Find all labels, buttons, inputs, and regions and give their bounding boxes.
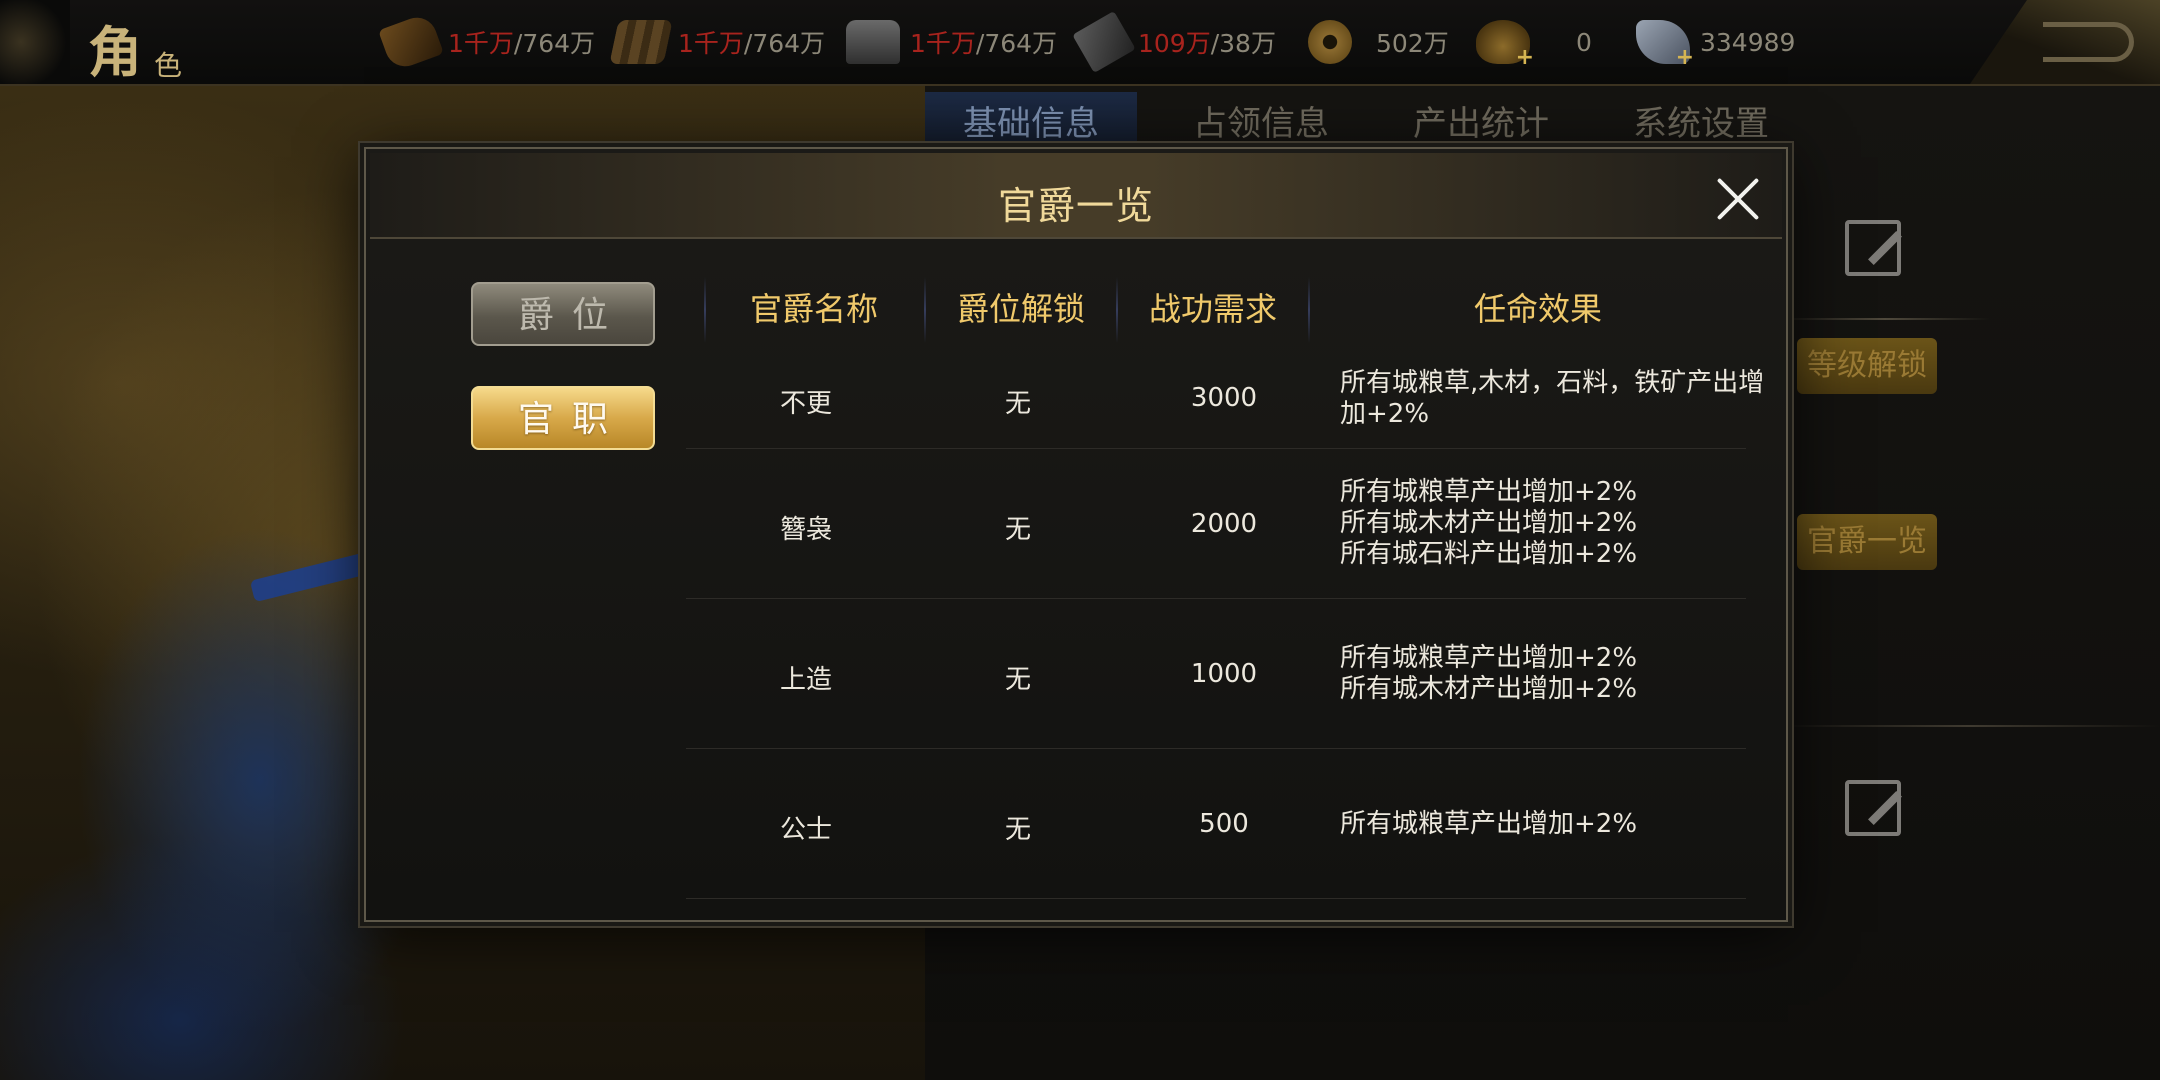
coin-icon [1308, 20, 1352, 64]
level-unlock-button[interactable]: 等级解锁 [1797, 338, 1937, 394]
column-header-unlock: 爵位解锁 [956, 290, 1085, 328]
row-name: 上造 [779, 665, 832, 695]
page-title: 角 色 [70, 4, 210, 84]
column-header-name: 官爵名称 [749, 290, 878, 328]
table-row: 公士 无 500 所有城粮草产出增加+2% [686, 749, 1776, 899]
row-divider [686, 898, 1746, 899]
edit-name-icon[interactable] [1845, 220, 1901, 276]
top-resource-bar: 角 色 1千万/764万 1千万/764万 1千万/764万 109万/38万 … [0, 0, 2160, 86]
table-header: 官爵名称 爵位解锁 战功需求 任命效果 [704, 273, 1766, 345]
gem-icon: + [1636, 20, 1694, 70]
divider [1780, 318, 1990, 320]
row-merit: 3000 [1190, 383, 1258, 413]
table-row: 上造 无 1000 所有城粮草产出增加+2% 所有城木材产出增加+2% [686, 599, 1776, 749]
row-unlock: 无 [1004, 815, 1031, 845]
resource-wood[interactable]: 1千万/764万 [609, 14, 825, 70]
row-unlock: 无 [1004, 515, 1031, 545]
column-header-effect: 任命效果 [1473, 290, 1602, 328]
edit-signature-icon[interactable] [1845, 780, 1901, 836]
tab-office-button[interactable]: 官职 [471, 386, 655, 450]
column-header-merit: 战功需求 [1148, 290, 1277, 328]
back-arrow-icon [2043, 22, 2134, 62]
tab-rank-button[interactable]: 爵位 [471, 282, 655, 346]
row-name: 不更 [779, 389, 832, 419]
row-name: 公士 [779, 815, 832, 845]
resource-gem[interactable]: + 334989 [1636, 14, 1795, 70]
row-name: 簪袅 [779, 515, 832, 545]
iron-icon [1072, 10, 1136, 74]
row-unlock: 无 [1004, 665, 1031, 695]
row-effect: 所有城粮草产出增加+2% [1340, 809, 1638, 839]
grain-icon [378, 12, 444, 72]
resource-grain[interactable]: 1千万/764万 [378, 12, 595, 72]
rank-overview-modal: 官爵一览 爵位 官职 官爵名称 爵位解锁 战功需求 任命效果 不更 无 3000… [364, 147, 1788, 922]
resource-iron[interactable]: 109万/38万 [1072, 10, 1276, 74]
modal-header: 官爵一览 [370, 153, 1782, 239]
close-icon[interactable] [1714, 175, 1762, 223]
modal-title: 官爵一览 [997, 184, 1154, 228]
row-merit: 500 [1199, 809, 1249, 839]
page-title-sub: 色 [154, 49, 183, 82]
row-effect: 所有城粮草产出增加+2% 所有城木材产出增加+2% [1340, 643, 1638, 704]
row-effect: 所有城粮草,木材，石料，铁矿产出增 加+2% [1340, 368, 1765, 429]
rank-overview-button[interactable]: 官爵一览 [1797, 514, 1937, 570]
resource-bag[interactable]: + 0 [1476, 14, 1592, 70]
table-row: 簪袅 无 2000 所有城粮草产出增加+2% 所有城木材产出增加+2% 所有城石… [686, 449, 1776, 599]
divider [1780, 725, 2160, 727]
ornament-icon [0, 0, 70, 84]
resource-stone[interactable]: 1千万/764万 [846, 14, 1057, 70]
resource-coin[interactable]: 502万 [1308, 14, 1449, 70]
wood-icon [609, 20, 673, 64]
row-unlock: 无 [1004, 389, 1031, 419]
add-icon[interactable]: + [1516, 45, 1534, 70]
rank-list[interactable]: 不更 无 3000 所有城粮草,木材，石料，铁矿产出增 加+2% 簪袅 无 20… [686, 349, 1776, 909]
page-title-main: 角 [88, 20, 142, 84]
row-effect: 所有城粮草产出增加+2% 所有城木材产出增加+2% 所有城石料产出增加+2% [1340, 477, 1638, 569]
row-merit: 2000 [1190, 509, 1258, 539]
row-merit: 1000 [1190, 659, 1258, 689]
bag-icon: + [1476, 20, 1534, 70]
table-row: 不更 无 3000 所有城粮草,木材，石料，铁矿产出增 加+2% [686, 349, 1776, 449]
add-icon[interactable]: + [1676, 45, 1694, 70]
back-button[interactable] [1970, 0, 2160, 84]
stone-icon [846, 20, 900, 64]
